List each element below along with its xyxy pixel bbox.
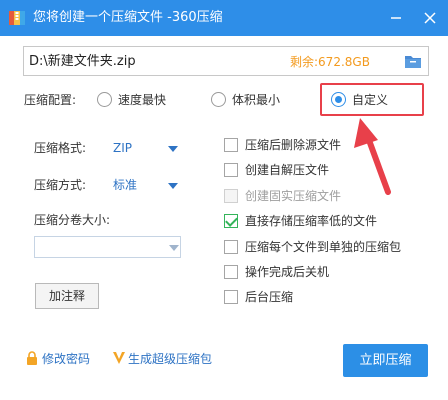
format-select-value[interactable]: ZIP [113, 141, 132, 155]
checkbox-separate-archives[interactable] [224, 240, 238, 254]
checkbox-background-label[interactable]: 后台压缩 [245, 290, 293, 304]
format-label: 压缩格式: [34, 141, 87, 155]
free-space-label: 剩余:672.8GB [290, 55, 370, 69]
checkbox-delete-source[interactable] [224, 138, 238, 152]
method-select-value[interactable]: 标准 [113, 178, 137, 192]
close-button[interactable] [418, 6, 442, 30]
checkbox-background[interactable] [224, 290, 238, 304]
app-icon [9, 11, 25, 25]
checkbox-store-low-ratio[interactable] [224, 214, 238, 228]
split-size-label: 压缩分卷大小: [34, 213, 111, 227]
radio-fastest[interactable] [97, 92, 112, 107]
window-title: 您将创建一个压缩文件 -360压缩 [33, 10, 223, 25]
red-arrow-annotation [354, 118, 391, 195]
split-size-combobox[interactable] [34, 236, 181, 258]
title-bar: 您将创建一个压缩文件 -360压缩 [0, 0, 448, 36]
minimize-button[interactable] [384, 6, 408, 30]
compress-now-button[interactable]: 立即压缩 [343, 344, 428, 377]
checkbox-store-low-ratio-label[interactable]: 直接存储压缩率低的文件 [245, 214, 377, 228]
method-label: 压缩方式: [34, 178, 87, 192]
checkbox-self-extract[interactable] [224, 163, 238, 177]
radio-custom-label[interactable]: 自定义 [352, 93, 388, 107]
output-path-value: D:\新建文件夹.zip [29, 54, 136, 69]
folder-icon[interactable] [404, 53, 422, 69]
lock-icon [27, 351, 37, 365]
method-dropdown-icon[interactable] [168, 183, 178, 189]
checkbox-solid-archive-label: 创建固实压缩文件 [245, 189, 342, 203]
format-dropdown-icon[interactable] [168, 146, 178, 152]
checkbox-shutdown[interactable] [224, 265, 238, 279]
radio-smallest-label[interactable]: 体积最小 [232, 93, 280, 107]
super-archive-link[interactable]: 生成超级压缩包 [128, 352, 212, 366]
output-path-field[interactable]: D:\新建文件夹.zip 剩余:672.8GB [23, 46, 429, 76]
config-label: 压缩配置: [24, 93, 77, 107]
super-archive-icon [113, 352, 125, 364]
checkbox-shutdown-label[interactable]: 操作完成后关机 [245, 265, 329, 279]
split-size-dropdown-icon[interactable] [169, 245, 179, 251]
add-comment-button[interactable]: 加注释 [35, 283, 99, 309]
radio-fastest-label[interactable]: 速度最快 [118, 93, 166, 107]
checkbox-solid-archive [224, 189, 238, 203]
minimize-icon [391, 17, 401, 19]
checkbox-separate-archives-label[interactable]: 压缩每个文件到单独的压缩包 [245, 240, 401, 254]
checkbox-self-extract-label[interactable]: 创建自解压文件 [245, 163, 329, 177]
change-password-link[interactable]: 修改密码 [42, 352, 90, 366]
radio-smallest[interactable] [211, 92, 226, 107]
checkbox-delete-source-label[interactable]: 压缩后删除源文件 [245, 138, 341, 152]
close-icon [424, 12, 436, 24]
radio-custom[interactable] [331, 92, 346, 107]
